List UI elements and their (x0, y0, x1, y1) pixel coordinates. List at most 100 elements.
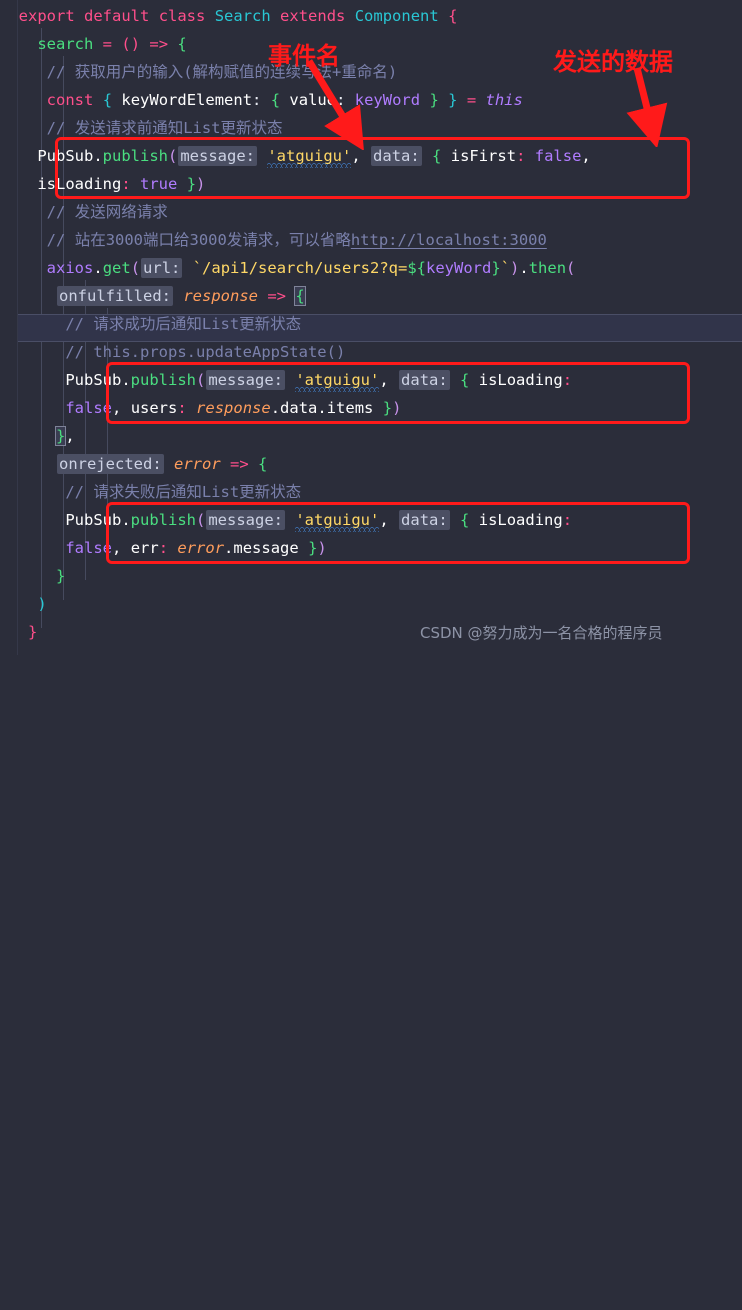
token-brace: { (294, 286, 306, 306)
token-brace: { (177, 35, 187, 53)
token-equals: = (466, 91, 477, 109)
code-line: isLoading: true }) (37, 175, 206, 193)
code-line: PubSub.publish(message: 'atguigu', data:… (0, 366, 742, 394)
token-function: get (102, 259, 131, 277)
token-brace: } (308, 539, 318, 557)
token-keyword: export (18, 7, 75, 25)
token-equals: = (102, 35, 113, 53)
annotation-label-event-name: 事件名 (268, 42, 340, 70)
token-comment-marker: // (46, 63, 66, 81)
code-content[interactable]: export default class Search extends Comp… (0, 0, 742, 1310)
param-hint-data: data: (371, 146, 422, 166)
param-hint-onfulfilled: onfulfilled: (57, 286, 173, 306)
token-class-name: Component (354, 7, 439, 25)
token-template-expr-open: ${ (407, 259, 427, 277)
token-string: 'atguigu' (295, 371, 380, 392)
token-function: publish (130, 371, 196, 389)
code-line: }, (0, 422, 742, 450)
token-property: data (280, 399, 318, 417)
token-comment-marker: // (46, 231, 66, 249)
code-line: export default class Search extends Comp… (0, 2, 742, 30)
token-key: isLoading (478, 371, 563, 389)
token-paren: ) (37, 595, 47, 613)
param-hint-data: data: (399, 370, 450, 390)
token-function: then (528, 259, 567, 277)
param-hint-message: message: (178, 146, 257, 166)
token-object: PubSub (65, 371, 122, 389)
token-boolean: true (140, 175, 178, 193)
token-variable: keyWord (426, 259, 492, 277)
token-boolean: false (65, 539, 112, 557)
code-editor[interactable]: export default class Search extends Comp… (0, 0, 742, 655)
token-parameter: error (174, 455, 221, 473)
token-this-keyword: this (485, 91, 523, 109)
token-key: isFirst (450, 147, 517, 165)
token-key: isLoading (478, 511, 563, 529)
param-hint-onrejected: onrejected: (57, 454, 164, 474)
token-keyword: const (46, 91, 94, 109)
code-line: false, err: error.message }) (65, 539, 327, 557)
token-brace: } (56, 567, 66, 585)
comment-link[interactable]: http://localhost:3000 (351, 231, 547, 249)
token-brace: } (54, 426, 67, 446)
token-brace: { (448, 7, 458, 25)
token-boolean: false (534, 147, 582, 165)
code-line: // 发送网络请求 (0, 198, 742, 226)
token-template-expr-close: } (491, 259, 501, 277)
code-line: onrejected: error => { (0, 450, 742, 478)
token-comment-marker: // (65, 343, 84, 361)
token-brace: { (460, 371, 470, 389)
token-brace: } (429, 91, 439, 109)
token-boolean: false (65, 399, 112, 417)
token-comment-text: 发送请求前通知List更新状态 (74, 119, 283, 137)
token-brace: { (432, 147, 442, 165)
csdn-watermark: CSDN @努力成为一名合格的程序员 (420, 624, 663, 642)
token-brace: { (258, 455, 268, 473)
token-class-name: Search (214, 7, 271, 25)
token-brace: { (460, 511, 470, 529)
code-line: const { keyWordElement: { value: keyWord… (46, 91, 523, 109)
code-line: // 请求失败后通知List更新状态 (0, 478, 742, 506)
code-line: axios.get(url: `/api1/search/users2?q=${… (46, 258, 576, 278)
token-comment-text: 请求成功后通知List更新状态 (93, 315, 302, 333)
token-parameter: response (196, 399, 271, 417)
token-arrow: => (230, 455, 249, 473)
annotation-label-sent-data: 发送的数据 (553, 48, 673, 76)
token-property: keyWordElement (121, 91, 253, 109)
code-line: // 请求成功后通知List更新状态 (0, 310, 742, 338)
token-key: users (130, 399, 178, 417)
token-comment-text: 获取用户的输入(解构赋值的连续写法+重命名) (74, 63, 398, 81)
code-line: onfulfilled: response => { (0, 282, 742, 310)
token-method-name: search (37, 35, 94, 53)
token-property: value (289, 91, 337, 109)
token-brace: { (102, 91, 113, 109)
token-keyword: default (84, 7, 150, 25)
token-comment-text: 发送网络请求 (74, 203, 168, 221)
token-object: axios (46, 259, 94, 277)
code-line: // this.props.updateAppState() (0, 338, 742, 366)
param-hint-url: url: (141, 258, 183, 278)
code-line: } (0, 562, 742, 590)
token-function: publish (130, 511, 196, 529)
token-comment-text: 请求失败后通知List更新状态 (93, 483, 302, 501)
token-brace: { (270, 91, 281, 109)
token-brace: } (186, 175, 197, 193)
code-line: PubSub.publish(message: 'atguigu', data:… (0, 142, 742, 170)
code-line: // 站在3000端口给3000发请求，可以省略http://localhost… (0, 226, 742, 254)
token-brace: } (28, 623, 38, 641)
token-comment-text: 站在3000端口给3000发请求，可以省略 (74, 231, 351, 249)
token-brace: } (382, 399, 393, 417)
token-key: err (130, 539, 159, 557)
token-parameter: error (177, 539, 225, 557)
token-parens: () (121, 35, 141, 53)
code-line: false, users: response.data.items }) (65, 399, 402, 417)
token-comment-marker: // (65, 315, 84, 333)
token-comma: , (65, 427, 75, 445)
token-comment-text: this.props.updateAppState() (93, 343, 346, 361)
token-function: publish (102, 147, 168, 165)
param-hint-message: message: (206, 370, 285, 390)
param-hint-data: data: (399, 510, 450, 530)
token-arrow: => (267, 287, 286, 305)
token-template-string: ` (500, 259, 511, 277)
token-object: PubSub (65, 511, 122, 529)
